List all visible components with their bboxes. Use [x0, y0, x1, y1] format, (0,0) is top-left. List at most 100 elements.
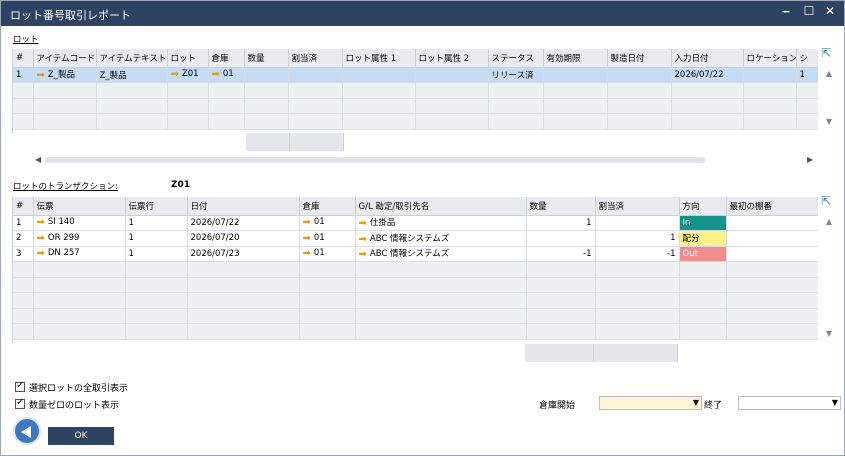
tx-col-header[interactable]: 方向	[679, 197, 727, 216]
lots-col-header[interactable]: 入力日付	[671, 49, 744, 68]
link-arrow-icon[interactable]: ➡	[37, 217, 45, 228]
tx-col-header[interactable]: 倉庫	[299, 197, 356, 216]
shelf-cell	[726, 215, 818, 231]
checkbox-checked-icon[interactable]	[15, 380, 25, 392]
lots-label: ロット	[13, 35, 39, 45]
lots-col-header[interactable]: シ	[796, 49, 818, 68]
tx-col-header[interactable]: 伝票	[33, 197, 126, 216]
show-zero-qty-checkbox[interactable]: 数量ゼロのロット表示	[15, 397, 119, 411]
table-row[interactable]: 1 ➡ Z_製品 Z_製品 ➡ Z01 ➡ 01 リリース済 2026/07/22 1	[13, 67, 818, 83]
qty-cell	[244, 67, 289, 83]
lots-col-header[interactable]: ロット属性 2	[415, 49, 489, 68]
location-cell	[743, 67, 797, 83]
link-arrow-icon[interactable]: ➡	[212, 69, 220, 80]
table-row[interactable]: 1 ➡ SI 140 1 2026/07/22 ➡ 01 ➡ 仕掛品 1 In	[13, 215, 818, 231]
account-cell[interactable]: ➡ 仕掛品	[355, 215, 527, 231]
warehouse-cell[interactable]: ➡ 01	[299, 246, 356, 262]
scroll-up-icon[interactable]: ▲	[824, 69, 834, 79]
input-date-cell: 2026/07/22	[671, 67, 744, 83]
lots-col-header[interactable]: ロット属性 1	[342, 49, 416, 68]
link-arrow-icon[interactable]: ➡	[37, 233, 45, 244]
tx-vertical-scrollbar[interactable]: ▲ ▼	[821, 213, 837, 343]
window-title: ロット番号取引レポート	[10, 9, 131, 22]
document-cell[interactable]: ➡ DN 257	[33, 246, 126, 262]
lots-col-header[interactable]: 製造日付	[607, 49, 672, 68]
ok-button[interactable]: OK	[48, 427, 114, 445]
doc-line-cell: 1	[125, 230, 188, 247]
lots-col-header[interactable]: 倉庫	[208, 49, 245, 68]
shelf-cell	[726, 246, 818, 262]
scroll-down-icon[interactable]: ▼	[824, 117, 834, 127]
lots-col-header[interactable]: 数量	[244, 49, 289, 68]
lots-col-header[interactable]: ロット	[167, 49, 209, 68]
tx-col-header[interactable]: G/L 勘定/取引先名	[355, 197, 527, 216]
lots-col-header[interactable]: #	[13, 49, 34, 68]
account-cell[interactable]: ➡ ABC 情報システムズ	[355, 246, 527, 262]
link-arrow-icon[interactable]: ➡	[359, 218, 367, 229]
row-number: 1	[13, 215, 34, 231]
document-cell[interactable]: ➡ OR 299	[33, 230, 126, 247]
link-arrow-icon[interactable]: ➡	[359, 249, 367, 260]
lots-col-header[interactable]: ステータス	[488, 49, 544, 68]
item-text-cell: Z_製品	[96, 67, 168, 83]
link-arrow-icon[interactable]: ➡	[303, 233, 311, 244]
tx-col-header[interactable]: 数量	[526, 197, 596, 216]
lot-transaction-report-window: ロット番号取引レポート ▁ ☐ ✕ ロット # アイテムコード アイテムテキスト…	[0, 0, 845, 456]
link-arrow-icon[interactable]: ➡	[171, 69, 179, 80]
tx-col-header[interactable]: 日付	[187, 197, 300, 216]
warehouse-cell[interactable]: ➡ 01	[299, 215, 356, 231]
item-code-cell[interactable]: ➡ Z_製品	[33, 67, 97, 83]
lot-cell[interactable]: ➡ Z01	[167, 67, 209, 83]
scroll-down-icon[interactable]: ▼	[824, 329, 834, 339]
warehouse-cell[interactable]: ➡ 01	[208, 67, 245, 83]
close-icon[interactable]: ✕	[821, 4, 839, 22]
table-row[interactable]: 3 ➡ DN 257 1 2026/07/23 ➡ 01 ➡ ABC 情報システムズ …	[13, 246, 818, 262]
warehouse-from-select[interactable]: ▼	[599, 396, 702, 410]
chevron-down-icon[interactable]: ▼	[693, 398, 699, 407]
show-all-transactions-checkbox[interactable]: 選択ロットの全取引表示	[15, 380, 128, 394]
link-arrow-icon[interactable]: ➡	[359, 234, 367, 245]
tx-totals-row	[12, 344, 818, 362]
link-arrow-icon[interactable]: ➡	[303, 248, 311, 259]
tx-col-header[interactable]: 最初の棚番	[726, 197, 818, 216]
lots-col-header[interactable]: ロケーション	[743, 49, 797, 68]
lots-totals-row	[12, 133, 818, 151]
warehouse-cell[interactable]: ➡ 01	[299, 230, 356, 247]
expand-icon[interactable]: ⇱	[821, 194, 831, 208]
lots-col-header[interactable]: アイテムコード	[33, 49, 97, 68]
lots-col-header[interactable]: アイテムテキスト	[96, 49, 168, 68]
checkbox-checked-icon[interactable]	[15, 397, 25, 409]
link-arrow-icon[interactable]: ➡	[37, 70, 45, 81]
scroll-thumb[interactable]	[45, 157, 705, 163]
selected-lot-value: Z01	[171, 180, 191, 190]
mfg-date-cell	[607, 67, 672, 83]
table-row[interactable]: 2 ➡ OR 299 1 2026/07/20 ➡ 01 ➡ ABC 情報システムズ …	[13, 230, 818, 247]
chevron-down-icon[interactable]: ▼	[832, 398, 838, 407]
account-cell[interactable]: ➡ ABC 情報システムズ	[355, 230, 527, 247]
minimize-icon[interactable]: ▁	[777, 3, 795, 21]
lots-horizontal-scrollbar[interactable]: ◀ ▶	[35, 155, 817, 165]
expand-icon[interactable]: ⇱	[821, 46, 831, 60]
document-cell[interactable]: ➡ SI 140	[33, 215, 126, 231]
tx-col-header[interactable]: #	[13, 197, 34, 216]
lots-grid: # アイテムコード アイテムテキスト ロット 倉庫 数量 割当済 ロット属性 1…	[12, 49, 818, 133]
warehouse-to-label: 終了	[704, 401, 723, 411]
table-row	[13, 82, 818, 99]
lots-vertical-scrollbar[interactable]: ▲ ▼	[821, 65, 837, 131]
back-arrow-icon[interactable]	[13, 417, 41, 445]
qty-total-cell	[246, 133, 290, 151]
lots-col-header[interactable]: 割当済	[288, 49, 343, 68]
tx-col-header[interactable]: 割当済	[595, 197, 680, 216]
warehouse-to-select[interactable]: ▼	[738, 396, 841, 410]
scroll-right-icon[interactable]: ▶	[807, 155, 813, 164]
title-bar: ロット番号取引レポート ▁ ☐ ✕	[1, 1, 844, 26]
lots-col-header[interactable]: 有効期限	[543, 49, 608, 68]
scroll-up-icon[interactable]: ▲	[824, 217, 834, 227]
scroll-left-icon[interactable]: ◀	[35, 155, 41, 164]
tx-col-header[interactable]: 伝票行	[125, 197, 188, 216]
transactions-label: ロットのトランザクション:	[13, 182, 118, 192]
link-arrow-icon[interactable]: ➡	[37, 248, 45, 259]
link-arrow-icon[interactable]: ➡	[303, 217, 311, 228]
s-cell: 1	[796, 67, 818, 83]
maximize-icon[interactable]: ☐	[800, 4, 818, 22]
